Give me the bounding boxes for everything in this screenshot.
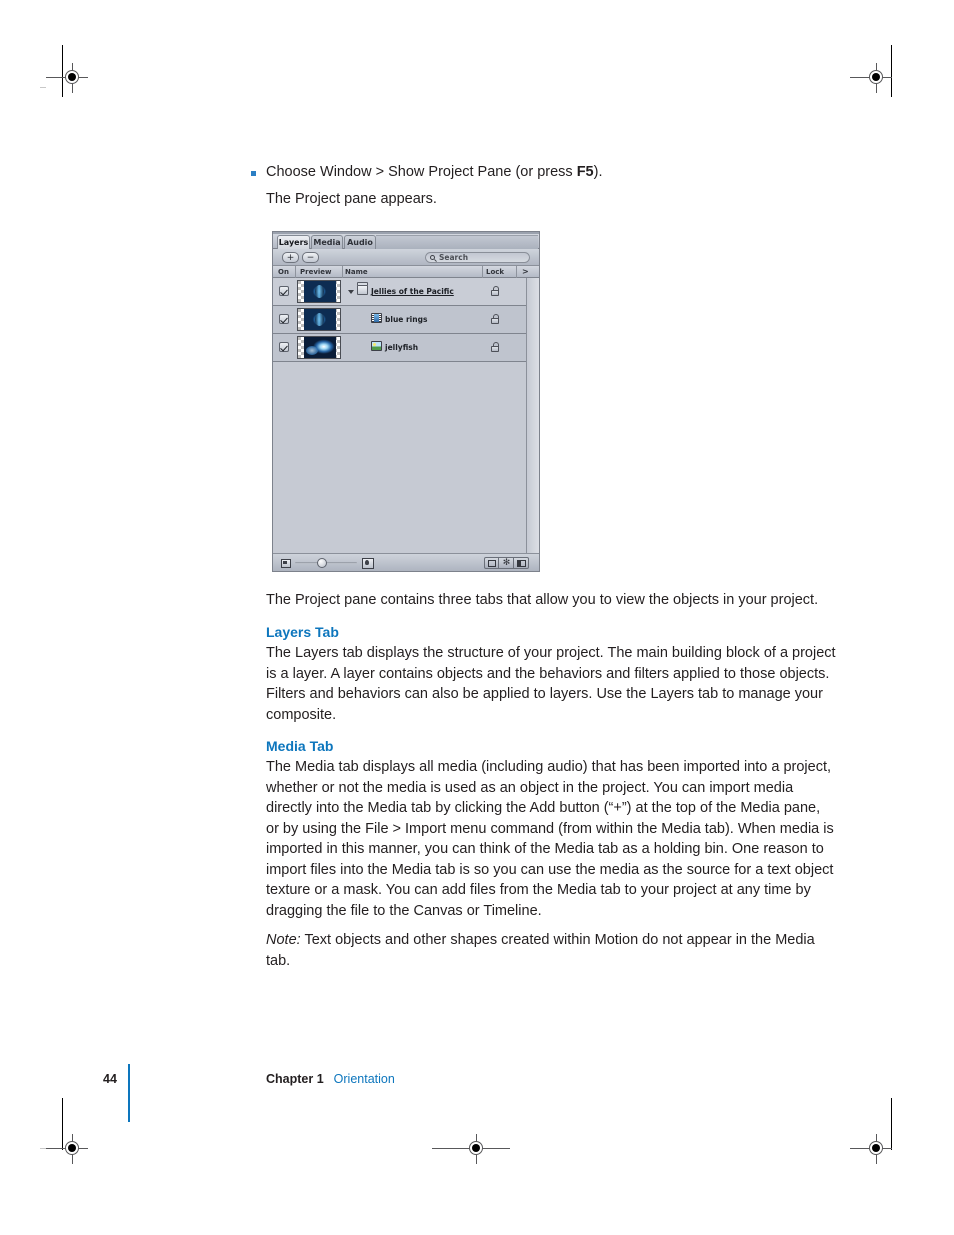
bleed-line-bottom-left <box>40 1148 46 1149</box>
step-bullet-text: Choose Window > Show Project Pane (or pr… <box>266 164 603 180</box>
thumbnail-size-slider-knob[interactable] <box>317 558 327 568</box>
remove-button[interactable]: − <box>302 252 319 263</box>
table-row[interactable]: blue rings <box>273 306 526 334</box>
heading-layers-tab: Layers Tab <box>266 624 339 640</box>
table-row[interactable]: Jellies of the Pacific <box>273 278 526 306</box>
lock-icon[interactable] <box>491 314 499 324</box>
search-placeholder: Search <box>439 253 469 262</box>
registration-mark-top-left <box>46 63 88 93</box>
column-header-lock[interactable]: Lock <box>486 266 504 276</box>
column-divider[interactable] <box>482 266 483 278</box>
search-input[interactable]: Search <box>425 252 530 263</box>
intro-paragraph: The Project pane contains three tabs tha… <box>266 592 819 608</box>
vertical-scrollbar[interactable] <box>526 278 539 553</box>
gear-icon: ✻ <box>502 558 511 568</box>
layer-preview-thumbnail <box>297 336 341 359</box>
paragraph-media-tab: The Media tab displays all media (includ… <box>266 759 834 919</box>
settings-button[interactable]: ✻ <box>499 557 514 569</box>
note-text: Text objects and other shapes created wi… <box>266 932 815 969</box>
heading-media-tab: Media Tab <box>266 738 334 754</box>
column-divider[interactable] <box>295 266 296 278</box>
project-pane-screenshot: Layers Media Audio + − Search On Preview… <box>272 231 540 572</box>
layer-enable-checkbox[interactable] <box>279 342 289 352</box>
lock-icon[interactable] <box>491 286 499 296</box>
large-thumbnail-icon[interactable] <box>362 558 374 569</box>
movie-clip-icon <box>371 313 382 323</box>
footer-chapter: Chapter 1 Orientation <box>266 1072 395 1086</box>
column-divider[interactable] <box>516 266 517 278</box>
column-header-name[interactable]: Name <box>345 266 368 278</box>
column-divider[interactable] <box>342 266 343 278</box>
footer-rule <box>128 1064 130 1122</box>
registration-mark-bottom-left <box>46 1134 88 1164</box>
bullet-square-icon <box>251 171 256 176</box>
table-row[interactable]: jellyfish <box>273 334 526 362</box>
project-pane-toolbar: + − Search <box>273 249 539 266</box>
paragraph-layers-tab: The Layers tab displays the structure of… <box>266 645 836 723</box>
pane-layout-button[interactable] <box>514 557 529 569</box>
image-file-icon <box>371 341 382 351</box>
registration-mark-bottom-right <box>850 1134 892 1164</box>
project-pane-tabbar: Layers Media Audio <box>273 234 539 249</box>
layer-name[interactable]: blue rings <box>385 314 427 325</box>
disclosure-triangle-icon[interactable] <box>348 290 354 294</box>
layer-enable-checkbox[interactable] <box>279 286 289 296</box>
layer-enable-checkbox[interactable] <box>279 314 289 324</box>
layers-list: Jellies of the Pacific blue rings jellyf… <box>273 278 526 553</box>
lock-icon[interactable] <box>491 342 499 352</box>
registration-mark-top-right <box>850 63 892 93</box>
step-result-text: The Project pane appears. <box>266 191 437 207</box>
layer-name[interactable]: jellyfish <box>385 342 418 353</box>
project-pane-bottom-bar: ✻ <box>273 553 539 571</box>
layer-group-icon <box>357 285 368 295</box>
add-button[interactable]: + <box>282 252 299 263</box>
column-header-row: On Preview Name Lock > <box>273 266 539 278</box>
section-label: Orientation <box>333 1072 395 1086</box>
bleed-line-top-left <box>40 87 46 88</box>
small-thumbnail-icon[interactable] <box>281 559 291 568</box>
registration-mark-bottom-center <box>432 1134 510 1164</box>
note-label: Note: <box>266 932 301 948</box>
tab-audio[interactable]: Audio <box>344 235 376 249</box>
column-header-on[interactable]: On <box>278 266 289 278</box>
tabbar-filler <box>376 235 538 249</box>
mask-view-button[interactable] <box>484 557 499 569</box>
shortcut-key: F5 <box>576 164 594 180</box>
tab-layers[interactable]: Layers <box>277 235 310 249</box>
layer-name[interactable]: Jellies of the Pacific <box>371 286 454 297</box>
chapter-label: Chapter 1 <box>266 1072 324 1086</box>
search-icon-handle <box>434 259 437 262</box>
step-bullet-item: Choose Window > Show Project Pane (or pr… <box>251 163 846 181</box>
layer-preview-thumbnail <box>297 308 341 331</box>
tab-media[interactable]: Media <box>311 235 343 249</box>
layer-preview-thumbnail <box>297 280 341 303</box>
column-header-preview[interactable]: Preview <box>300 266 332 278</box>
note-paragraph: Note: Text objects and other shapes crea… <box>266 930 836 971</box>
page-number: 44 <box>103 1072 117 1086</box>
column-options-icon[interactable]: > <box>522 266 529 278</box>
